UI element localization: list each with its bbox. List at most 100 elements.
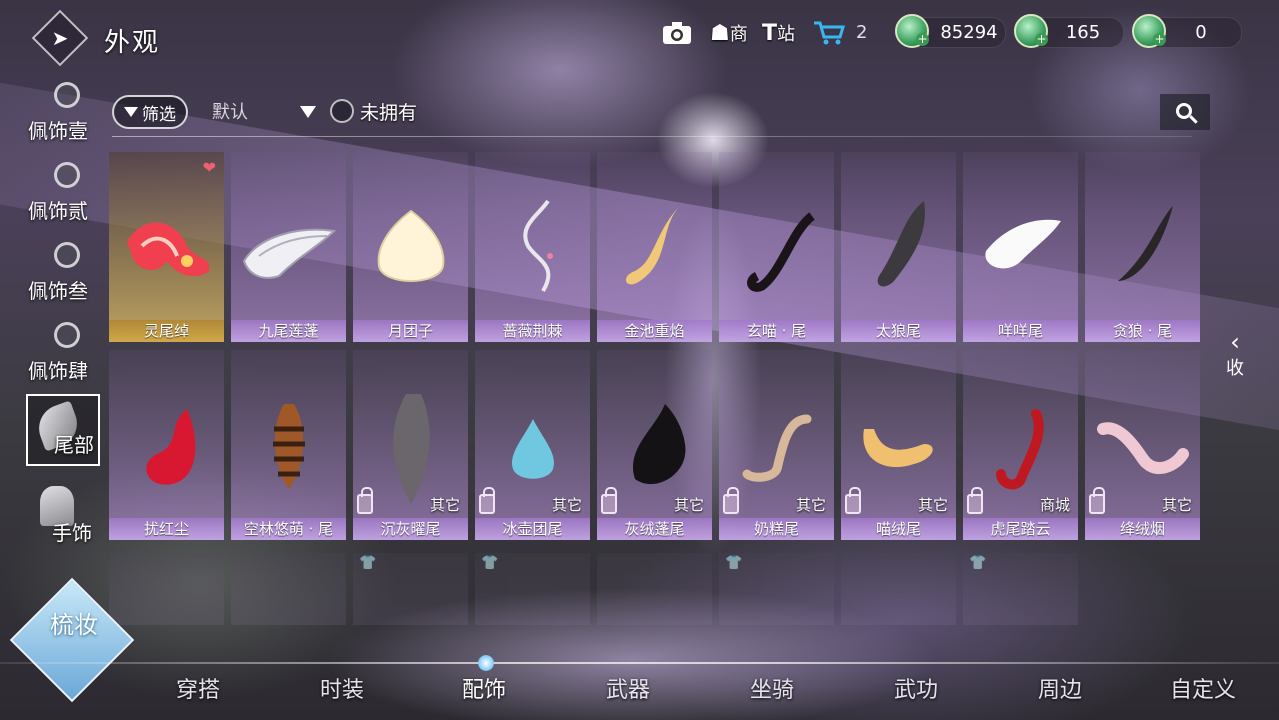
item-card[interactable]: 玄喵 · 尾 — [719, 152, 834, 342]
tab-outfit[interactable]: 穿搭 — [176, 672, 220, 704]
sidebar-item-label: 佩饰叁 — [28, 279, 88, 303]
page-title: 外观 — [104, 28, 161, 58]
search-button[interactable] — [1160, 94, 1210, 130]
collapse-button[interactable]: ‹ 收 — [1222, 330, 1248, 386]
jade-coin-icon[interactable]: + — [895, 14, 929, 48]
item-card[interactable]: 👕 — [963, 553, 1078, 625]
lock-icon — [1089, 487, 1105, 514]
raccoon-tail-icon — [272, 403, 305, 489]
active-tab-indicator-icon — [478, 655, 494, 671]
outfit-icon: 👕 — [481, 555, 499, 571]
thorn-tail-icon — [523, 199, 553, 292]
divider — [112, 136, 1192, 137]
grey-tail-icon — [392, 393, 430, 504]
item-name: 太狼尾 — [841, 320, 956, 342]
filter-label: 筛选 — [142, 104, 176, 125]
ornament-icon — [54, 322, 80, 348]
jade-coin-icon[interactable]: + — [1132, 14, 1166, 48]
sidebar-item-label: 佩饰贰 — [28, 199, 88, 223]
sidebar-item-accessory-4[interactable]: 佩饰肆 — [26, 318, 100, 390]
collapse-label: 收 — [1226, 358, 1244, 379]
lock-icon — [845, 487, 861, 514]
item-card[interactable]: ❤ 灵尾绰 — [109, 152, 224, 342]
item-name: 绛绒烟 — [1085, 518, 1200, 540]
item-name: 奶糕尾 — [719, 518, 834, 540]
makeup-label: 梳妆 — [50, 611, 98, 639]
item-card[interactable]: 蔷薇荆棘 — [475, 152, 590, 342]
filter-button[interactable]: 筛选 — [112, 95, 188, 129]
tab-mounts[interactable]: 坐骑 — [750, 672, 794, 704]
item-name: 咩咩尾 — [963, 320, 1078, 342]
jade-coin-icon[interactable]: + — [1014, 14, 1048, 48]
heart-icon[interactable]: ❤ — [203, 158, 216, 177]
item-card[interactable]: 太狼尾 — [841, 152, 956, 342]
item-name: 喵绒尾 — [841, 518, 956, 540]
item-card[interactable]: 金池重焰 — [597, 152, 712, 342]
item-card[interactable]: 咩咩尾 — [963, 152, 1078, 342]
item-name: 贪狼 · 尾 — [1085, 320, 1200, 342]
item-name: 扰红尘 — [109, 518, 224, 540]
item-card[interactable] — [109, 553, 224, 625]
tab-fashion[interactable]: 时装 — [320, 672, 364, 704]
item-source: 其它 — [429, 496, 460, 514]
item-card[interactable]: 其它 沉灰曜尾 — [353, 350, 468, 540]
lock-icon — [479, 487, 495, 514]
item-card[interactable]: 九尾莲蓬 — [231, 152, 346, 342]
item-source: 其它 — [1161, 496, 1192, 514]
item-card[interactable]: 扰红尘 — [109, 350, 224, 540]
fluffy-black-tail-icon — [632, 403, 685, 484]
item-card[interactable]: 其它 喵绒尾 — [841, 350, 956, 540]
item-name: 灰绒蓬尾 — [597, 518, 712, 540]
tab-custom[interactable]: 自定义 — [1170, 672, 1236, 704]
tab-accessories[interactable]: 配饰 — [462, 672, 506, 704]
item-card[interactable]: 👕 — [475, 553, 590, 625]
item-source: 其它 — [673, 496, 704, 514]
item-card[interactable]: 贪狼 · 尾 — [1085, 152, 1200, 342]
item-card[interactable]: 其它 灰绒蓬尾 — [597, 350, 712, 540]
cart-count: 2 — [856, 22, 868, 43]
triangle-down-icon[interactable] — [300, 106, 316, 118]
item-source: 其它 — [917, 496, 948, 514]
item-name: 九尾莲蓬 — [231, 320, 346, 342]
cart-icon — [814, 21, 846, 45]
item-card[interactable]: 月团子 — [353, 152, 468, 342]
item-card[interactable]: 空林悠萌 · 尾 — [231, 350, 346, 540]
sidebar-item-accessory-3[interactable]: 佩饰叁 — [26, 238, 100, 310]
cream-tail-icon — [742, 414, 811, 482]
tab-peripherals[interactable]: 周边 — [1038, 672, 1082, 704]
item-card[interactable]: 其它 奶糕尾 — [719, 350, 834, 540]
sidebar-item-hand[interactable]: 手饰 — [26, 480, 100, 552]
item-card[interactable] — [597, 553, 712, 625]
lock-icon — [601, 487, 617, 514]
red-flame-tail-icon — [145, 408, 195, 485]
item-name: 蔷薇荆棘 — [475, 320, 590, 342]
cart-button[interactable] — [812, 16, 846, 50]
tab-weapons[interactable]: 武器 — [606, 672, 650, 704]
item-card[interactable]: 其它 冰壶团尾 — [475, 350, 590, 540]
outfit-icon: 👕 — [969, 555, 987, 571]
sidebar-item-accessory-2[interactable]: 佩饰贰 — [26, 158, 100, 230]
red-fox-tail-icon — [126, 222, 209, 276]
camera-button[interactable] — [662, 16, 692, 50]
item-source: 商城 — [1039, 496, 1070, 514]
sidebar-item-label: 手饰 — [52, 521, 92, 545]
shop-button[interactable]: ☗ 商 — [710, 16, 748, 50]
sidebar-item-tail[interactable]: 尾部 — [26, 394, 100, 466]
item-name: 冰壶团尾 — [475, 518, 590, 540]
item-card[interactable]: 其它 绛绒烟 — [1085, 350, 1200, 540]
item-card[interactable]: 👕 — [719, 553, 834, 625]
greedy-wolf-tail-icon — [1117, 205, 1173, 281]
station-button[interactable]: T 站 — [762, 16, 795, 50]
item-card[interactable]: 👕 — [353, 553, 468, 625]
sheep-tail-icon — [984, 219, 1061, 269]
tab-martial-arts[interactable]: 武功 — [894, 672, 938, 704]
sidebar-item-accessory-1[interactable]: 佩饰壹 — [26, 78, 100, 150]
top-bar: ➤ 外观 ☗ 商 T 站 2 85294 + 165 + 0 + — [0, 0, 1279, 70]
unowned-radio[interactable] — [330, 99, 354, 123]
item-card[interactable] — [231, 553, 346, 625]
search-icon — [1175, 102, 1192, 119]
item-card[interactable]: 商城 虎尾踏云 — [963, 350, 1078, 540]
back-button[interactable]: ➤ — [31, 9, 89, 67]
sort-dropdown[interactable]: 默认 — [212, 98, 248, 124]
item-card[interactable] — [841, 553, 956, 625]
